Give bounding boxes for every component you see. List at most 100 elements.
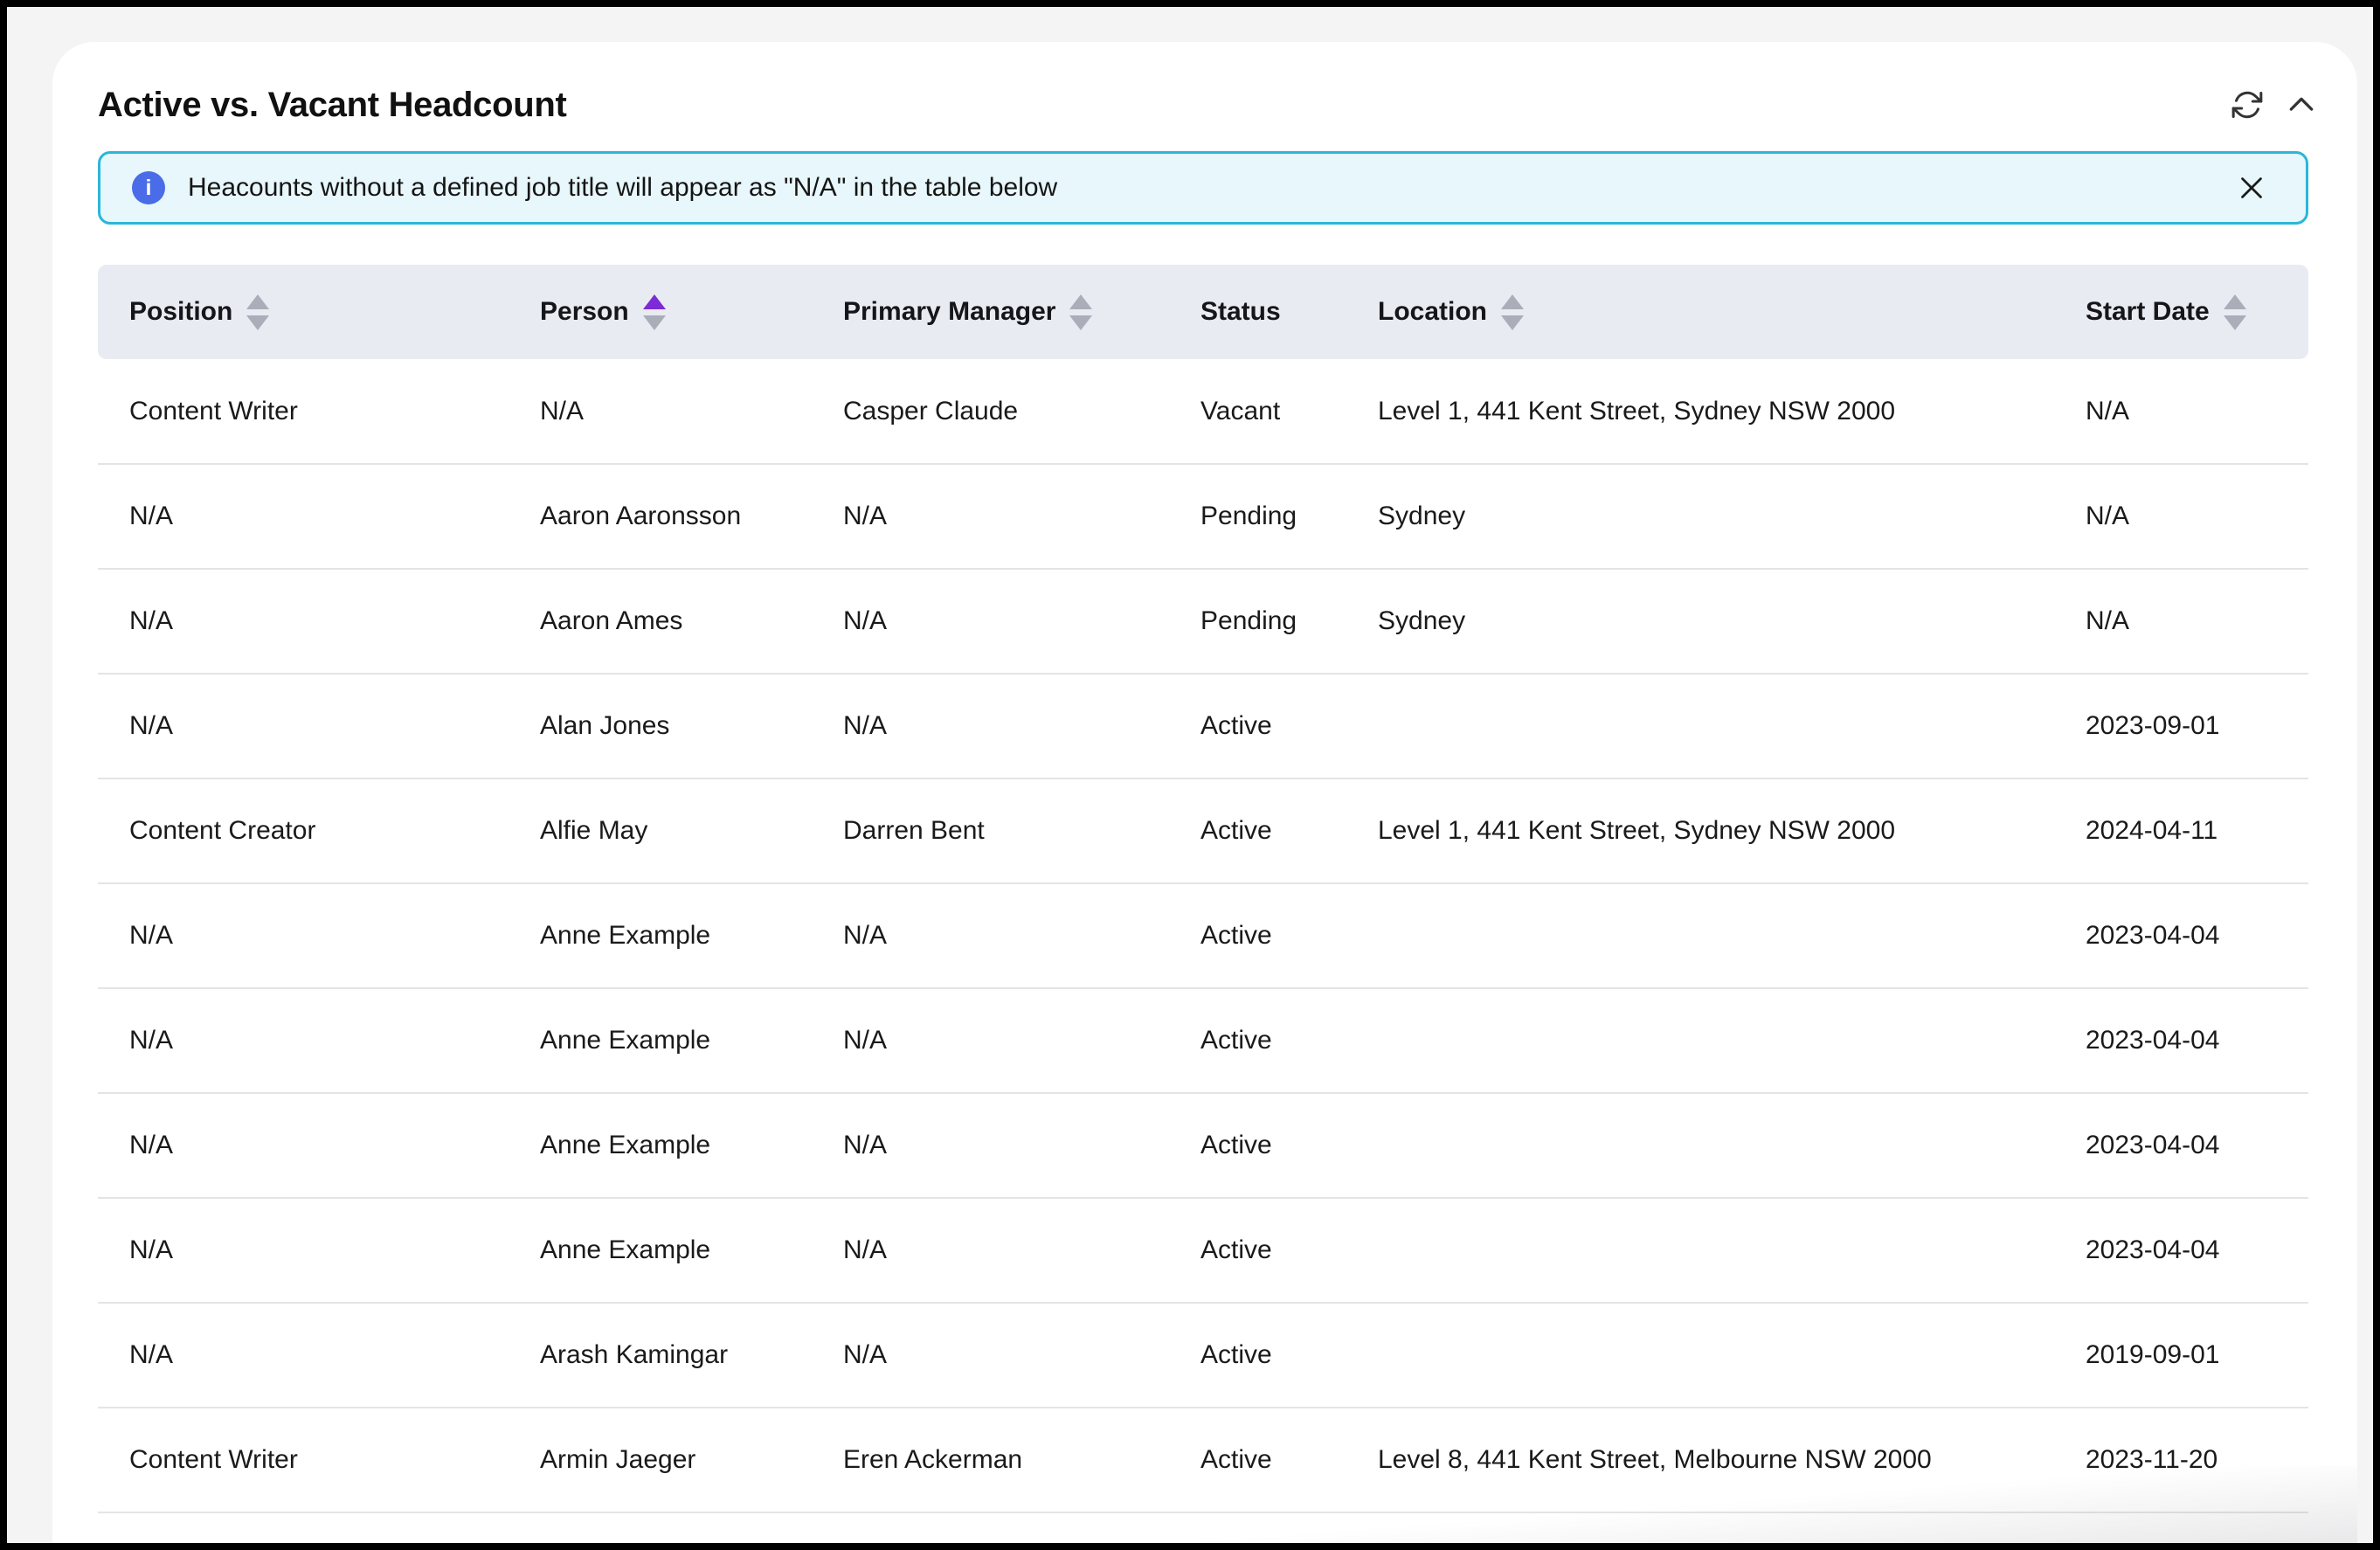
table-cell: 2023-04-04 — [2054, 1093, 2308, 1198]
table-cell: Level 1, 441 Kent Street, Sydney NSW 200… — [1346, 359, 2054, 464]
table-cell: Anne Example — [509, 1198, 812, 1303]
table-row: N/AAnne ExampleN/AActive2023-04-04 — [98, 883, 2308, 988]
column-header-person[interactable]: Person — [509, 265, 812, 359]
table-row: Content CreatorAlfie MayDarren BentActiv… — [98, 778, 2308, 883]
table-cell: Active — [1169, 1093, 1346, 1198]
column-label: Status — [1200, 297, 1281, 327]
table-cell: 2024-04-11 — [2054, 778, 2308, 883]
table-cell: N/A — [812, 988, 1169, 1093]
table-cell: 2023-04-04 — [2054, 883, 2308, 988]
table-header: Position Person Primary Manager Status Locat… — [98, 265, 2308, 359]
table-cell: N/A — [98, 1303, 509, 1408]
column-label: Location — [1378, 297, 1487, 327]
table-cell: Vacant — [1169, 359, 1346, 464]
table-cell: Pending — [1169, 464, 1346, 569]
table-cell — [1346, 883, 2054, 988]
sort-asc-triangle — [643, 294, 666, 309]
table-cell: Pending — [1169, 569, 1346, 674]
collapse-button[interactable] — [2280, 84, 2322, 126]
chevron-up-icon — [2284, 87, 2319, 122]
table-cell: Active — [1169, 1408, 1346, 1512]
table-cell: N/A — [509, 359, 812, 464]
close-icon — [2236, 172, 2267, 204]
table-cell: N/A — [812, 464, 1169, 569]
column-label: Start Date — [2086, 297, 2210, 327]
column-header-position[interactable]: Position — [98, 265, 509, 359]
column-label: Position — [129, 297, 232, 327]
table-cell: Active — [1169, 674, 1346, 778]
sort-icon[interactable] — [246, 294, 269, 330]
table-row: N/AAaron AmesN/APendingSydneyN/A — [98, 569, 2308, 674]
table-cell: Sydney — [1346, 569, 2054, 674]
table-cell: N/A — [98, 988, 509, 1093]
table-cell: Darren Bent — [812, 778, 1169, 883]
table-cell: Armin Jaeger — [509, 1408, 812, 1512]
table-row: Content WriterN/ACasper ClaudeVacantLeve… — [98, 359, 2308, 464]
table-cell: Arash Kamingar — [509, 1303, 812, 1408]
column-header-status: Status — [1169, 265, 1346, 359]
info-icon: i — [132, 171, 165, 204]
table-cell — [1346, 1303, 2054, 1408]
table-cell: Content Writer — [98, 359, 509, 464]
table-cell — [1346, 1093, 2054, 1198]
column-label: Person — [540, 297, 629, 327]
sort-desc-triangle — [643, 315, 666, 330]
sort-icon[interactable] — [1501, 294, 1524, 330]
sort-asc-triangle — [2224, 294, 2246, 309]
page-title: Active vs. Vacant Headcount — [98, 86, 567, 125]
table-cell: 2023-11-20 — [2054, 1408, 2308, 1512]
table-cell: N/A — [2054, 359, 2308, 464]
table-row: N/AAnne ExampleN/AActive2023-04-04 — [98, 1198, 2308, 1303]
table-cell — [1346, 988, 2054, 1093]
table-row: N/AAaron AaronssonN/APendingSydneyN/A — [98, 464, 2308, 569]
sort-icon[interactable] — [2224, 294, 2246, 330]
info-banner-text: Heacounts without a defined job title wi… — [188, 173, 1057, 203]
table-cell: N/A — [2054, 569, 2308, 674]
table-cell: Alfie May — [509, 778, 812, 883]
sort-icon[interactable] — [1069, 294, 1092, 330]
table-cell: N/A — [98, 674, 509, 778]
column-header-location[interactable]: Location — [1346, 265, 2054, 359]
card-actions — [2226, 84, 2322, 126]
table-cell: N/A — [812, 1093, 1169, 1198]
table-cell: Active — [1169, 778, 1346, 883]
table-body: Content WriterN/ACasper ClaudeVacantLeve… — [98, 359, 2308, 1512]
table-cell: 2023-09-01 — [2054, 674, 2308, 778]
table-cell: N/A — [98, 883, 509, 988]
table-cell: N/A — [2054, 464, 2308, 569]
table-cell: N/A — [812, 1198, 1169, 1303]
table-cell: N/A — [812, 569, 1169, 674]
table-cell: Anne Example — [509, 988, 812, 1093]
table-cell: Aaron Aaronsson — [509, 464, 812, 569]
table-row: N/AArash KamingarN/AActive2019-09-01 — [98, 1303, 2308, 1408]
sort-asc-triangle — [1069, 294, 1092, 309]
table-row: N/AAnne ExampleN/AActive2023-04-04 — [98, 988, 2308, 1093]
column-label: Primary Manager — [843, 297, 1055, 327]
table-cell: 2023-04-04 — [2054, 988, 2308, 1093]
sort-icon[interactable] — [643, 294, 666, 330]
sort-desc-triangle — [2224, 315, 2246, 330]
info-banner: i Heacounts without a defined job title … — [98, 151, 2308, 225]
table-cell: Level 1, 441 Kent Street, Sydney NSW 200… — [1346, 778, 2054, 883]
refresh-button[interactable] — [2226, 84, 2268, 126]
table-cell: Active — [1169, 1198, 1346, 1303]
table-cell: Alan Jones — [509, 674, 812, 778]
banner-close-button[interactable] — [2232, 169, 2271, 207]
sort-asc-triangle — [1501, 294, 1524, 309]
table-cell: Content Creator — [98, 778, 509, 883]
table-cell: 2023-04-04 — [2054, 1198, 2308, 1303]
card-header: Active vs. Vacant Headcount — [98, 73, 2322, 136]
column-header-start-date[interactable]: Start Date — [2054, 265, 2308, 359]
table-cell: N/A — [98, 1198, 509, 1303]
table-cell: Sydney — [1346, 464, 2054, 569]
column-header-primary-manager[interactable]: Primary Manager — [812, 265, 1169, 359]
table-cell: Active — [1169, 988, 1346, 1093]
table-row: Content WriterArmin JaegerEren AckermanA… — [98, 1408, 2308, 1512]
table-cell: Casper Claude — [812, 359, 1169, 464]
sort-desc-triangle — [246, 315, 269, 330]
table-cell: N/A — [812, 883, 1169, 988]
table-cell: Content Writer — [98, 1408, 509, 1512]
table-cell: Level 8, 441 Kent Street, Melbourne NSW … — [1346, 1408, 2054, 1512]
table-row: N/AAlan JonesN/AActive2023-09-01 — [98, 674, 2308, 778]
table-cell: Active — [1169, 1303, 1346, 1408]
